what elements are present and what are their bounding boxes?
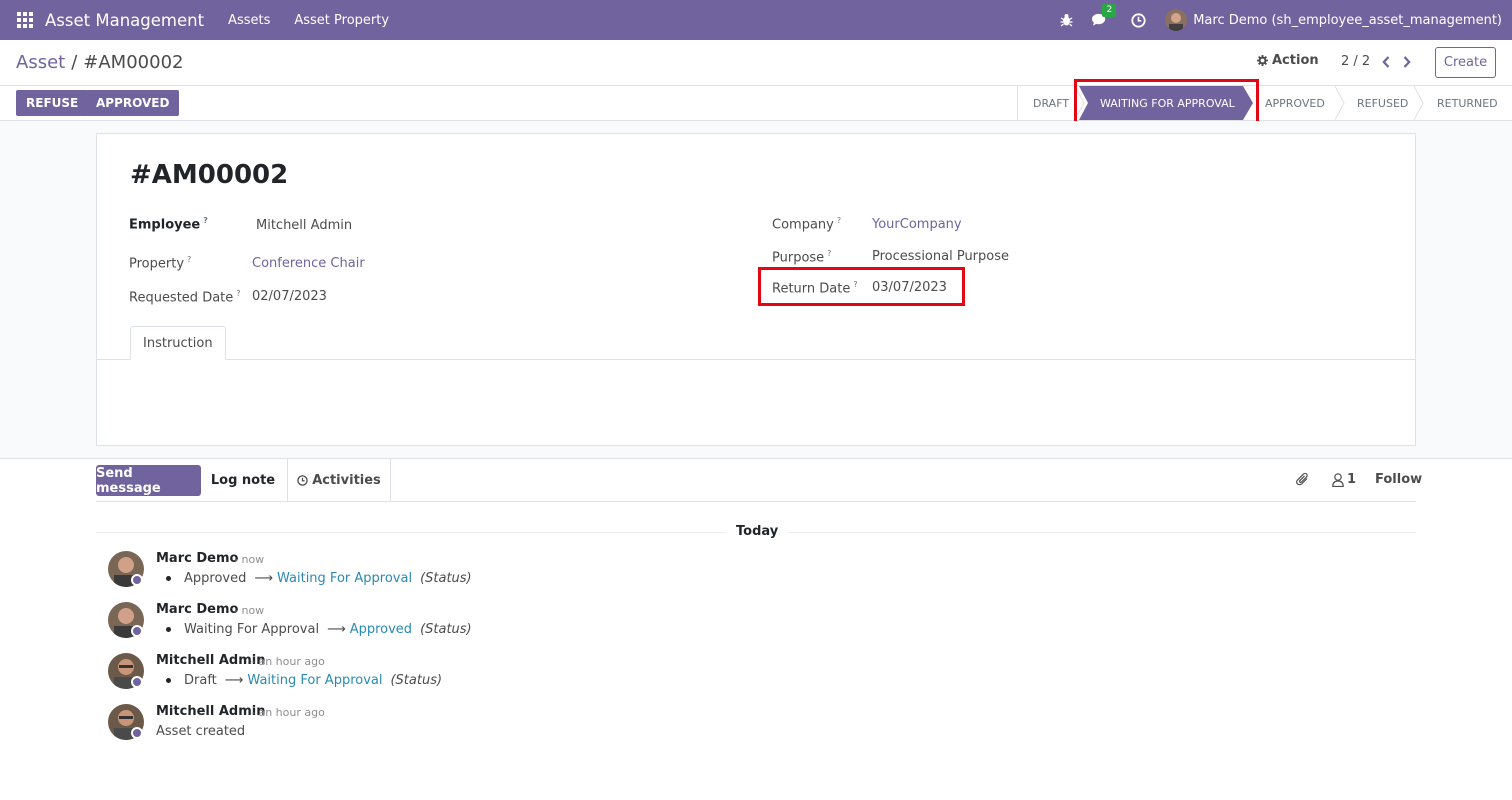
online-status-dot — [131, 727, 143, 739]
employee-label: Employee? — [129, 216, 208, 233]
menu-assets[interactable]: Assets — [228, 13, 270, 28]
tracking-value: Approved ⟶ Waiting For Approval (Status) — [166, 571, 472, 586]
chatter-message: Marc Demo - now Waiting For Approval ⟶ A… — [108, 602, 908, 646]
clock-icon — [297, 475, 308, 486]
arrow-icon: ⟶ — [254, 571, 273, 586]
breadcrumb-current: #AM00002 — [83, 52, 184, 73]
online-status-dot — [131, 676, 143, 688]
chevron-right-icon — [1403, 56, 1411, 68]
message-body: Asset created — [156, 724, 246, 739]
user-name: Marc Demo (sh_employee_asset_management) — [1193, 12, 1502, 28]
property-label: Property? — [129, 255, 192, 272]
field-name: (Status) — [390, 673, 443, 688]
tracking-value: Waiting For Approval ⟶ Approved (Status) — [166, 622, 472, 637]
new-value: Waiting For Approval — [247, 673, 383, 688]
company-field[interactable]: YourCompany — [872, 217, 962, 232]
chatter-message: Mitchell Admin - an hour ago Asset creat… — [108, 704, 908, 748]
status-bar: REFUSE APPROVED DRAFT WAITING FOR APPROV… — [0, 86, 1512, 121]
highlight-box-return-date — [758, 267, 965, 306]
pager-previous-button[interactable] — [1379, 54, 1393, 70]
breadcrumb-separator: / — [71, 52, 78, 73]
breadcrumb-asset[interactable]: Asset — [16, 52, 65, 73]
stage-returned[interactable]: RETURNED — [1437, 86, 1498, 120]
attachment-button[interactable] — [1296, 472, 1310, 487]
refuse-button[interactable]: REFUSE — [16, 90, 89, 116]
control-panel: Asset / #AM00002 Action 2 / 2 Create — [0, 40, 1512, 86]
activities-label: Activities — [312, 473, 381, 488]
log-note-button[interactable]: Log note — [207, 465, 279, 496]
tracking-value: Draft ⟶ Waiting For Approval (Status) — [166, 673, 442, 688]
message-time: - an hour ago — [251, 655, 325, 668]
notebook-tabs-line — [97, 359, 1415, 360]
user-avatar — [1165, 9, 1188, 31]
old-value: Approved — [184, 571, 247, 586]
employee-field[interactable]: Mitchell Admin — [256, 218, 352, 233]
arrow-icon: ⟶ — [327, 622, 346, 637]
stage-approved[interactable]: APPROVED — [1265, 86, 1325, 120]
form-sheet: #AM00002 Employee? Mitchell Admin Proper… — [96, 133, 1416, 446]
activity-clock-icon[interactable] — [1130, 12, 1146, 28]
chatter-message: Marc Demo - now Approved ⟶ Waiting For A… — [108, 551, 908, 595]
pager-value[interactable]: 2 / 2 — [1341, 54, 1370, 69]
stage-refused[interactable]: REFUSED — [1357, 86, 1408, 120]
property-field[interactable]: Conference Chair — [252, 256, 365, 271]
tab-instruction[interactable]: Instruction — [130, 326, 226, 360]
stage-arrow-separator — [1414, 86, 1424, 120]
requested-date-label: Requested Date? — [129, 289, 241, 306]
status-divider — [1017, 86, 1018, 120]
old-value: Draft — [184, 673, 217, 688]
app-title[interactable]: Asset Management — [45, 11, 204, 30]
breadcrumb: Asset / #AM00002 — [16, 52, 183, 73]
messages-badge: 2 — [1102, 4, 1117, 17]
new-value: Approved — [349, 622, 413, 637]
new-value: Waiting For Approval — [277, 571, 413, 586]
followers-button[interactable]: 1 — [1332, 472, 1356, 487]
approved-button[interactable]: APPROVED — [86, 90, 180, 116]
field-name: (Status) — [420, 571, 472, 586]
message-author[interactable]: Marc Demo — [156, 602, 238, 617]
purpose-label: Purpose? — [772, 249, 832, 266]
message-time: - now — [234, 553, 265, 566]
apps-menu-icon[interactable] — [17, 12, 33, 28]
activities-button[interactable]: Activities — [287, 459, 391, 502]
chatter-toolbar-line — [96, 501, 1416, 502]
top-navbar: Asset Management Assets Asset Property 2… — [0, 0, 1512, 40]
message-time: - now — [234, 604, 265, 617]
arrow-icon: ⟶ — [224, 673, 244, 688]
follow-button[interactable]: Follow — [1375, 472, 1422, 487]
send-message-button[interactable]: Send message — [96, 465, 201, 496]
followers-count: 1 — [1347, 472, 1357, 487]
today-label: Today — [726, 524, 789, 539]
user-icon — [1332, 472, 1344, 487]
debug-bug-icon[interactable] — [1058, 12, 1074, 28]
messages-icon[interactable]: 2 — [1092, 4, 1117, 28]
message-time: - an hour ago — [251, 706, 325, 719]
create-button[interactable]: Create — [1435, 47, 1496, 78]
requested-date-field[interactable]: 02/07/2023 — [252, 289, 327, 304]
record-title: #AM00002 — [130, 160, 289, 190]
stage-draft[interactable]: DRAFT — [1033, 86, 1069, 120]
old-value: Waiting For Approval — [184, 622, 320, 637]
field-name: (Status) — [420, 622, 472, 637]
company-label: Company? — [772, 216, 842, 233]
menu-asset-property[interactable]: Asset Property — [294, 13, 389, 28]
chevron-left-icon — [1382, 56, 1390, 68]
message-author[interactable]: Mitchell Admin — [156, 653, 265, 668]
online-status-dot — [131, 574, 143, 586]
chatter-message: Mitchell Admin - an hour ago Draft ⟶ Wai… — [108, 653, 908, 697]
stage-arrow-separator — [1335, 86, 1345, 120]
action-label: Action — [1272, 53, 1319, 68]
action-menu-button[interactable]: Action — [1257, 53, 1319, 68]
gear-icon — [1257, 55, 1268, 66]
online-status-dot — [131, 625, 143, 637]
message-author[interactable]: Mitchell Admin — [156, 704, 265, 719]
message-author[interactable]: Marc Demo — [156, 551, 238, 566]
pager-next-button[interactable] — [1400, 54, 1414, 70]
paperclip-icon — [1296, 472, 1308, 486]
purpose-field[interactable]: Processional Purpose — [872, 249, 1009, 264]
user-menu[interactable]: Marc Demo (sh_employee_asset_management) — [1165, 9, 1502, 31]
chatter-divider — [0, 458, 1512, 459]
